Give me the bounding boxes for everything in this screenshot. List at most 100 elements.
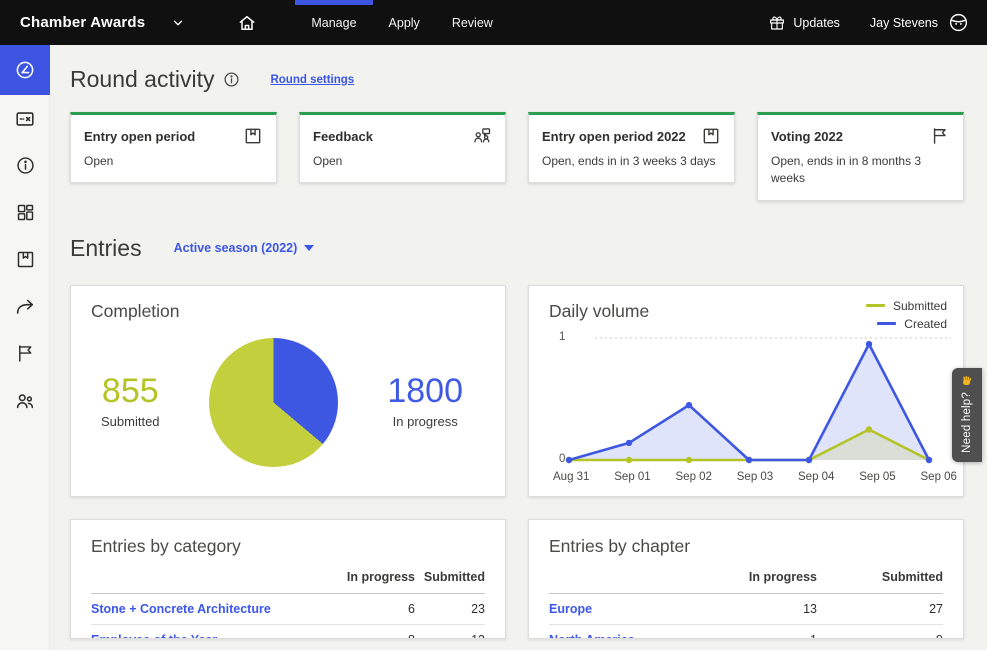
sidebar-item-info[interactable] (0, 142, 50, 189)
tables-row: Entries by category In progress Submitte… (70, 519, 964, 639)
entries-title: Entries (70, 235, 142, 262)
category-link[interactable]: Employee of the Year (91, 633, 320, 639)
card-status: Open, ends in in 8 months 3 weeks (771, 153, 950, 188)
tab-apply[interactable]: Apply (373, 0, 436, 45)
table-row: Employee of the Year 8 13 (91, 625, 485, 639)
entries-by-chapter-panel: Entries by chapter In progress Submitted… (528, 519, 964, 639)
column-header-in-progress: In progress (722, 570, 817, 584)
entries-header: Entries Active season (2022) (70, 235, 964, 262)
submitted-label: Submitted (101, 414, 160, 429)
user-menu[interactable]: Jay Stevens (870, 12, 969, 33)
completion-panel: Completion 855 Submitted 1800 In progres… (70, 285, 506, 497)
submitted-stat: 855 Submitted (101, 372, 160, 429)
submitted-value: 855 (101, 372, 160, 411)
sidebar-item-promote[interactable] (0, 283, 50, 330)
promote-arrow-icon (14, 296, 36, 318)
card-title: Entry open period (84, 126, 195, 144)
cell-submitted: 9 (817, 633, 943, 639)
sidebar-item-map[interactable] (0, 95, 50, 142)
x-tick: Sep 03 (737, 471, 773, 483)
entries-by-chapter-title: Entries by chapter (549, 536, 943, 557)
completion-title: Completion (71, 286, 505, 322)
voting-flag-icon (15, 343, 36, 364)
in-progress-value: 1800 (387, 372, 463, 411)
gift-icon (769, 15, 785, 31)
entries-by-category-panel: Entries by category In progress Submitte… (70, 519, 506, 639)
primary-nav: Manage Apply Review (295, 0, 508, 45)
updates-button[interactable]: Updates (769, 15, 840, 31)
card-status: Open (313, 153, 492, 170)
topbar-right: Updates Jay Stevens (769, 12, 987, 33)
daily-volume-svg (559, 330, 953, 470)
category-link[interactable]: Stone + Concrete Architecture (91, 602, 320, 616)
season-selector[interactable]: Active season (2022) (174, 241, 315, 255)
created-legend-swatch (877, 322, 896, 325)
round-activity-header: Round activity Round settings (70, 66, 964, 93)
legend-item-submitted[interactable]: Submitted (866, 299, 947, 313)
round-card-feedback[interactable]: Feedback Open (299, 112, 506, 183)
entries-bookmark-icon (15, 249, 36, 270)
column-header-submitted: Submitted (817, 570, 943, 584)
sidebar-item-rounds[interactable] (0, 45, 50, 95)
entries-by-category-title: Entries by category (91, 536, 485, 557)
cell-submitted: 23 (415, 602, 485, 616)
app-window: Chamber Awards Manage Apply Review Updat… (0, 0, 987, 650)
round-card-entry-open-period[interactable]: Entry open period Open (70, 112, 277, 183)
round-cards-row: Entry open period Open Feedback Open (70, 112, 964, 201)
in-progress-label: In progress (387, 414, 463, 429)
users-icon (14, 390, 36, 412)
caret-down-icon (304, 245, 314, 251)
round-card-voting-2022[interactable]: Voting 2022 Open, ends in in 8 months 3 … (757, 112, 964, 201)
card-status: Open, ends in in 3 weeks 3 days (542, 153, 721, 170)
sidebar-item-entries[interactable] (0, 236, 50, 283)
cell-in-progress: 8 (320, 633, 415, 639)
dashboard-icon (15, 202, 36, 223)
card-title: Entry open period 2022 (542, 126, 686, 144)
x-tick: Aug 31 (553, 471, 589, 483)
table-row: Stone + Concrete Architecture 6 23 (91, 594, 485, 625)
sidebar-item-dashboard[interactable] (0, 189, 50, 236)
x-axis-labels: Aug 31 Sep 01 Sep 02 Sep 03 Sep 04 Sep 0… (553, 471, 957, 483)
x-tick: Sep 01 (614, 471, 650, 483)
column-header-submitted: Submitted (415, 570, 485, 584)
chevron-down-icon[interactable] (171, 16, 185, 30)
sidebar-item-voting[interactable] (0, 330, 50, 377)
info-circle-icon[interactable] (223, 71, 240, 88)
legend-label: Submitted (893, 299, 947, 313)
round-card-entry-open-period-2022[interactable]: Entry open period 2022 Open, ends in in … (528, 112, 735, 183)
cell-in-progress: 1 (722, 633, 817, 639)
daily-volume-chart (559, 330, 951, 470)
need-help-tab[interactable]: Need help? (952, 368, 982, 462)
table-row: North America 1 9 (549, 625, 943, 639)
cell-submitted: 27 (817, 602, 943, 616)
rounds-clock-icon (14, 59, 36, 81)
avatar-icon (948, 12, 969, 33)
sidebar-item-users[interactable] (0, 377, 50, 424)
table-header: In progress Submitted (91, 570, 485, 594)
completion-pie-chart (209, 338, 338, 467)
tab-review[interactable]: Review (436, 0, 509, 45)
legend-item-created[interactable]: Created (866, 317, 947, 331)
card-title: Voting 2022 (771, 126, 843, 144)
brand-switcher[interactable]: Chamber Awards (0, 14, 185, 31)
round-settings-link[interactable]: Round settings (270, 74, 354, 86)
home-button[interactable] (227, 0, 267, 45)
x-tick: Sep 04 (798, 471, 834, 483)
card-status: Open (84, 153, 263, 170)
x-tick: Sep 05 (859, 471, 895, 483)
charts-row: Completion 855 Submitted 1800 In progres… (70, 285, 964, 497)
updates-label: Updates (793, 16, 840, 30)
map-icon (14, 108, 36, 130)
bookmark-icon (243, 126, 263, 146)
x-tick: Sep 02 (676, 471, 712, 483)
chapter-link[interactable]: Europe (549, 602, 722, 616)
cell-in-progress: 13 (722, 602, 817, 616)
need-help-label: Need help? (961, 392, 973, 453)
cell-submitted: 13 (415, 633, 485, 639)
submitted-legend-swatch (866, 304, 885, 307)
feedback-users-icon (472, 126, 492, 146)
season-selector-label: Active season (2022) (174, 241, 298, 255)
chapter-link[interactable]: North America (549, 633, 722, 639)
tab-manage[interactable]: Manage (295, 0, 372, 45)
in-progress-stat: 1800 In progress (387, 372, 463, 429)
